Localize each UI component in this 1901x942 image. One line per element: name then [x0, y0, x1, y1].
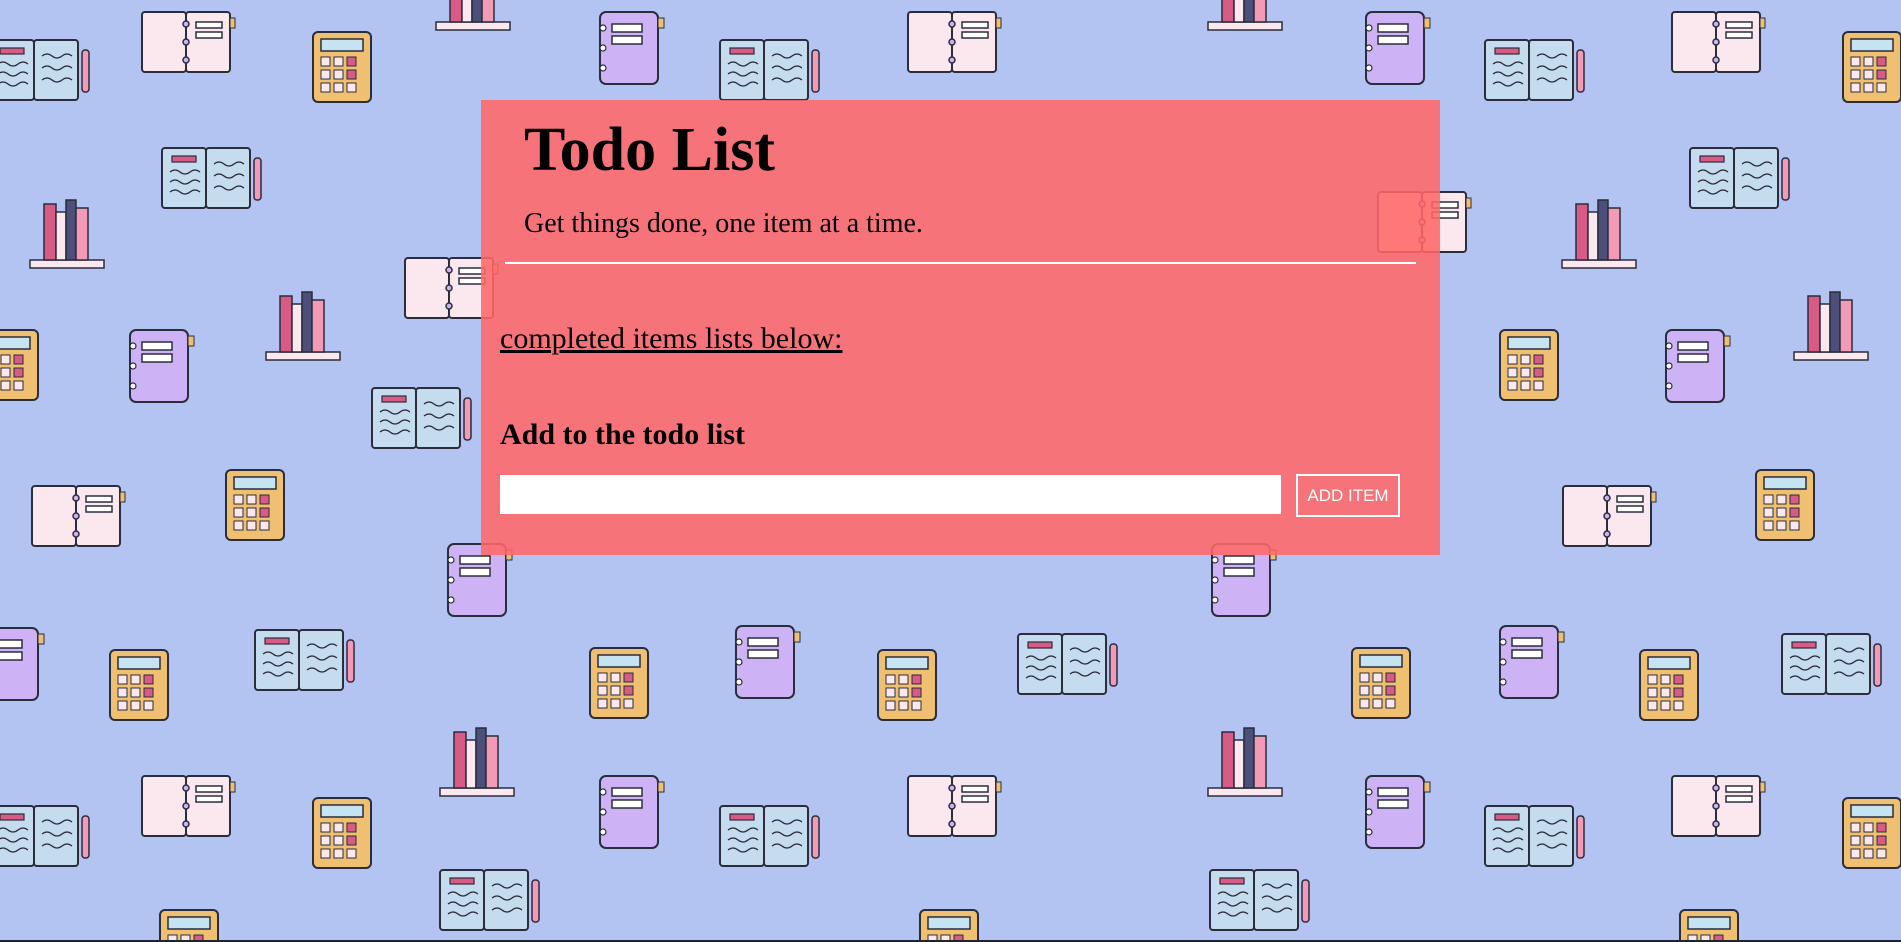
page-subtitle: Get things done, one item at a time.: [524, 208, 923, 239]
add-item-button[interactable]: ADD ITEM: [1296, 474, 1400, 517]
completed-items-link[interactable]: completed items lists below:: [500, 322, 842, 356]
add-item-heading: Add to the todo list: [500, 418, 746, 451]
todo-card: Todo List Get things done, one item at a…: [481, 100, 1440, 555]
page-title: Todo List: [524, 116, 775, 184]
new-item-input[interactable]: [500, 475, 1281, 514]
header-divider: [505, 262, 1416, 264]
